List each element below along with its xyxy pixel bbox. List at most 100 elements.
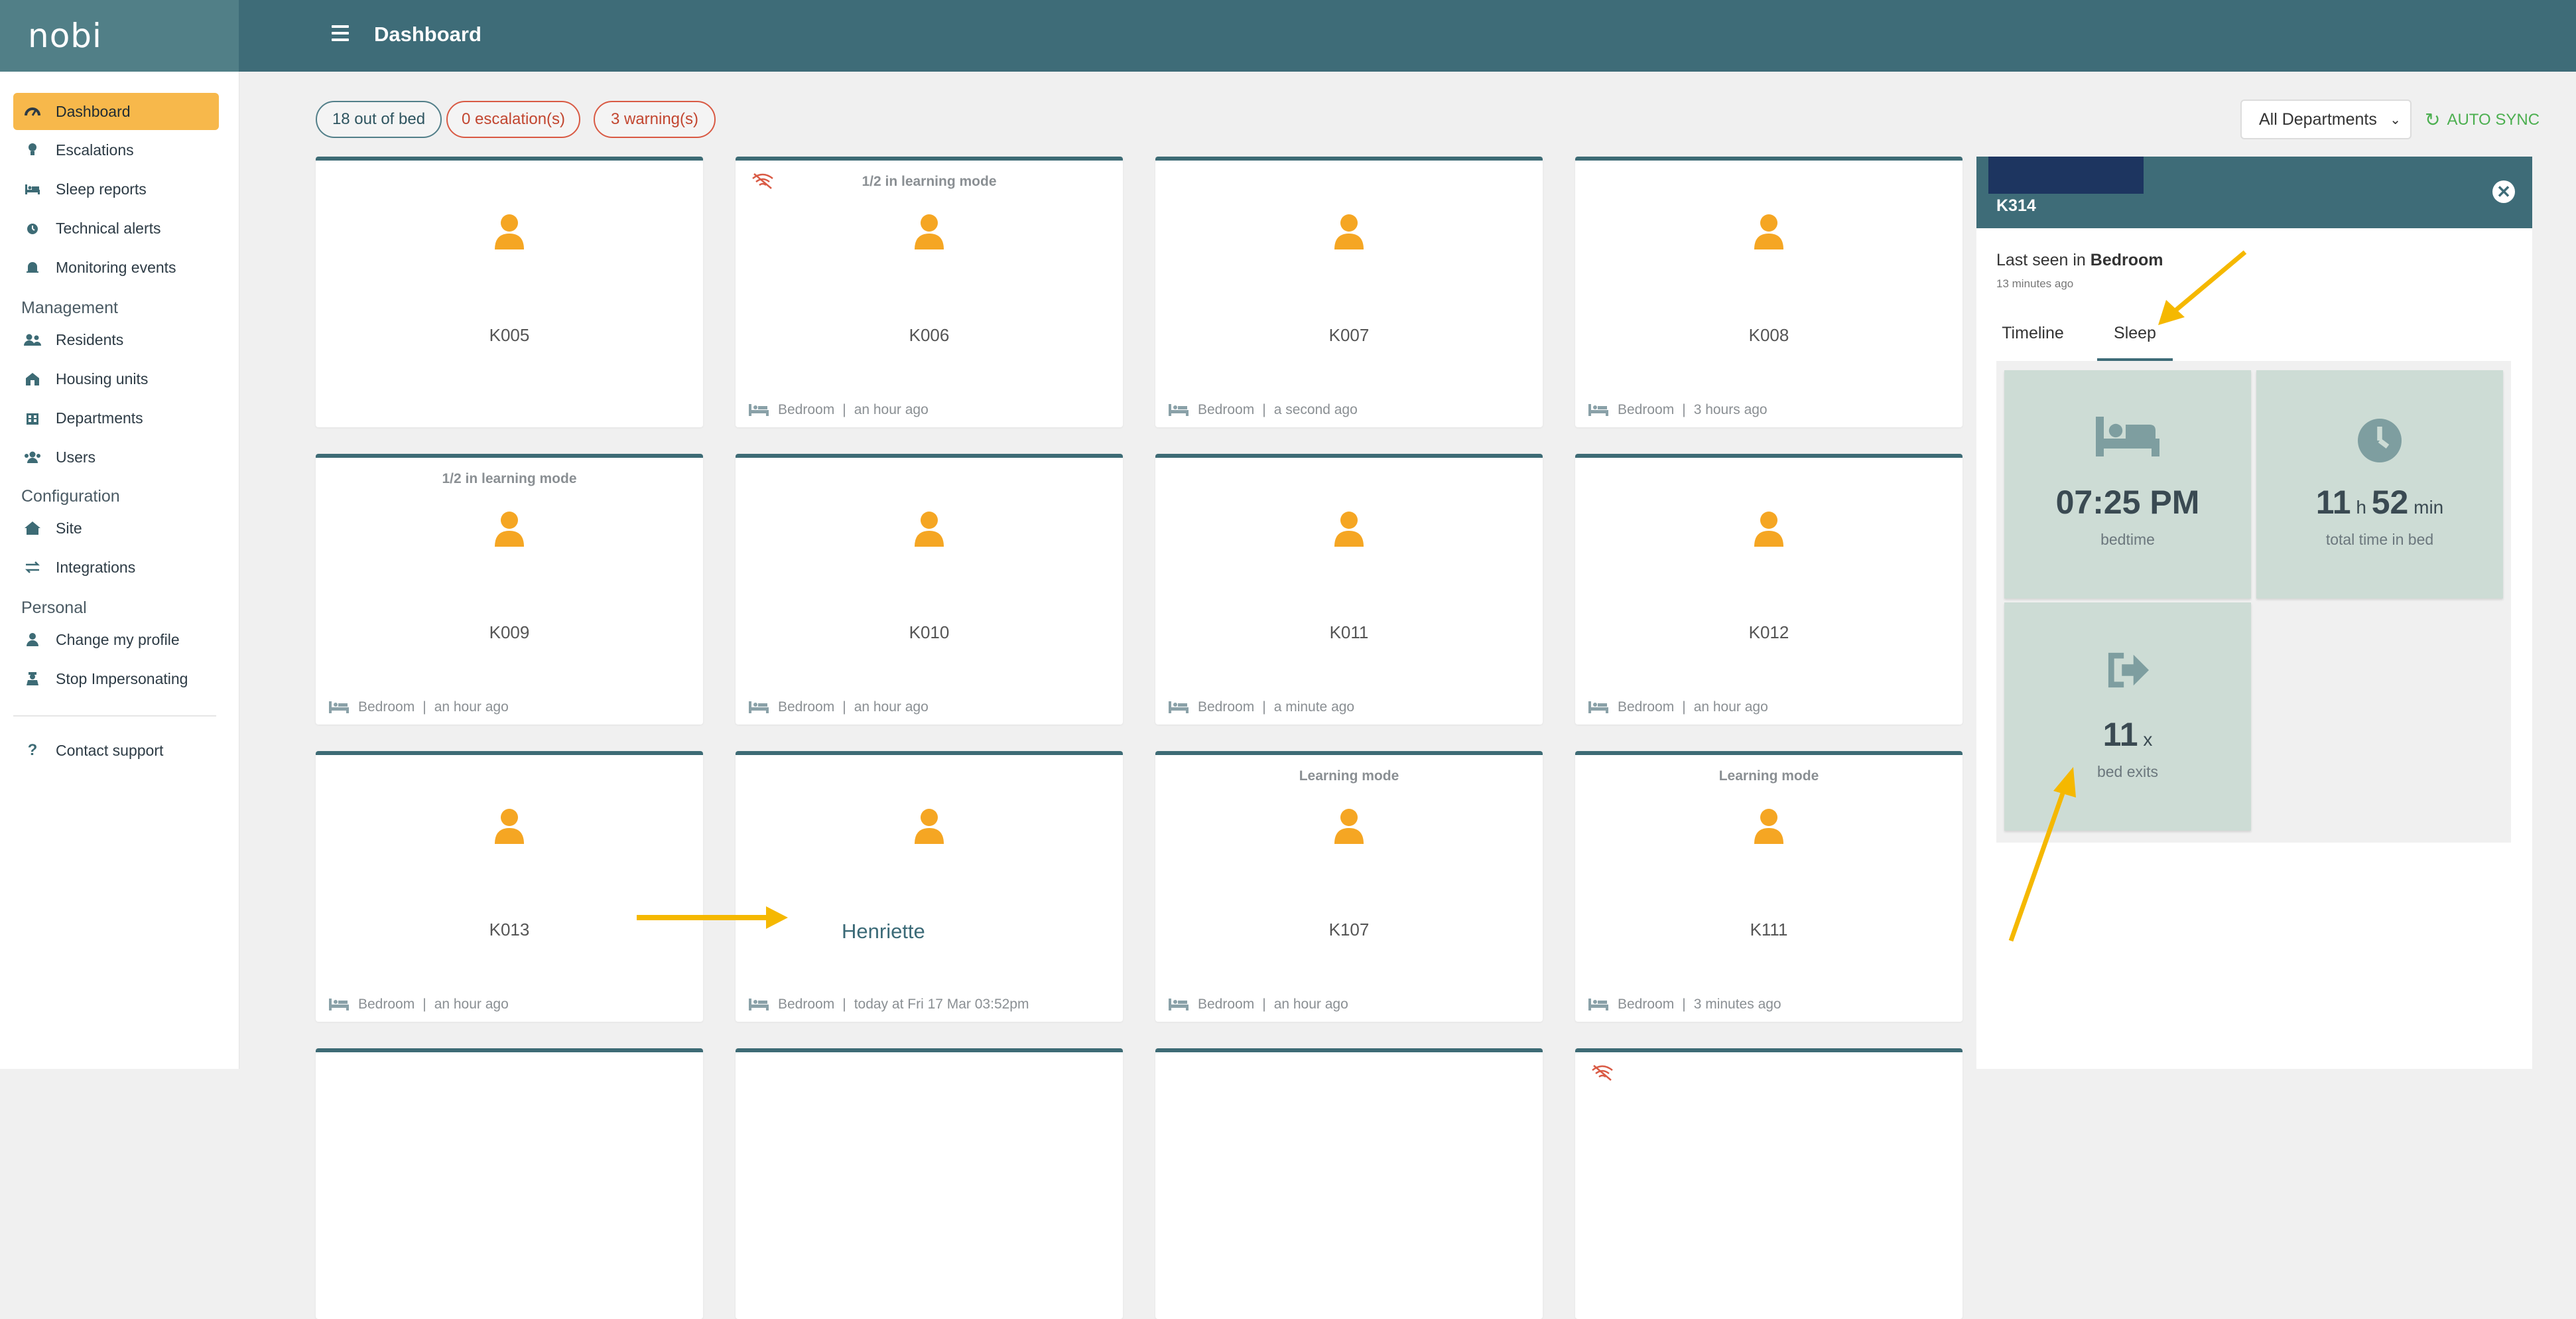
last-seen: Last seen in Bedroom: [1996, 251, 2163, 270]
sidebar-item-stop-impersonating[interactable]: Stop Impersonating: [13, 660, 219, 697]
minutes-unit: min: [2414, 497, 2444, 518]
panel-room: K314: [1996, 196, 2036, 215]
card-footer: Bedroom | 3 minutes ago: [1588, 997, 1781, 1012]
card-status: Learning mode: [1299, 768, 1399, 784]
sidebar-item-label: Integrations: [56, 558, 136, 576]
card-status: 1/2 in learning mode: [442, 471, 577, 486]
auto-sync-toggle[interactable]: ↻ AUTO SYNC: [2425, 109, 2540, 131]
sidebar-item-technical-alerts[interactable]: Technical alerts: [13, 210, 219, 247]
room-card[interactable]: [1155, 1048, 1543, 1319]
person-icon: [1754, 808, 1783, 845]
close-icon[interactable]: ✕: [2492, 180, 2515, 203]
person-icon: [915, 214, 944, 251]
footer-separator: |: [842, 699, 846, 715]
person-icon: [1334, 808, 1364, 845]
sidebar-item-change-profile[interactable]: Change my profile: [13, 621, 219, 658]
room-card[interactable]: Learning mode K111 Bedroom | 3 minutes ago: [1575, 751, 1963, 1022]
card-footer: Bedroom | an hour ago: [1169, 997, 1348, 1012]
tab-sleep[interactable]: Sleep: [2097, 324, 2173, 361]
sidebar-item-dashboard[interactable]: Dashboard: [13, 93, 219, 130]
room-card[interactable]: Henriette Bedroom | today at Fri 17 Mar 03:…: [736, 751, 1123, 1022]
card-room: K111: [1750, 920, 1788, 939]
card-footer: Bedroom | 3 hours ago: [1588, 402, 1768, 418]
card-time: a second ago: [1273, 402, 1358, 417]
bed-icon: [1169, 404, 1189, 416]
bed-icon: [1588, 404, 1608, 416]
annotation-arrow: [2008, 767, 2076, 942]
sidebar-item-users[interactable]: Users: [13, 439, 219, 476]
clock-icon: [2256, 417, 2503, 463]
room-card[interactable]: K008 Bedroom | 3 hours ago: [1575, 157, 1963, 427]
gauge-icon: [24, 103, 41, 120]
sidebar-item-label: Escalations: [56, 141, 134, 159]
room-card[interactable]: K012 Bedroom | an hour ago: [1575, 454, 1963, 725]
logo[interactable]: nobi: [0, 0, 239, 72]
warnings-badge[interactable]: 3 warning(s): [594, 101, 716, 138]
room-card[interactable]: Learning mode K107 Bedroom | an hour ago: [1155, 751, 1543, 1022]
card-location: Bedroom: [358, 699, 415, 715]
out-of-bed-badge[interactable]: 18 out of bed: [316, 101, 442, 138]
room-card[interactable]: [736, 1048, 1123, 1319]
card-footer: Bedroom | an hour ago: [329, 997, 509, 1012]
sidebar-item-site[interactable]: Site: [13, 510, 219, 547]
card-time: an hour ago: [854, 402, 929, 417]
room-card[interactable]: [1575, 1048, 1963, 1319]
person-icon: [495, 808, 524, 845]
escalations-badge[interactable]: 0 escalation(s): [446, 101, 580, 138]
room-card[interactable]: 1/2 in learning mode K009 Bedroom | an hour …: [316, 454, 703, 725]
users-group-icon: [24, 449, 41, 466]
sidebar-item-integrations[interactable]: Integrations: [13, 549, 219, 586]
card-room: K008: [1748, 325, 1789, 345]
panel-header: K314 ✕: [1976, 157, 2532, 228]
person-icon: [915, 511, 944, 548]
card-room: K007: [1328, 325, 1370, 345]
room-card[interactable]: 1/2 in learning mode K006 Bedroom | an hour …: [736, 157, 1123, 427]
person-icon: [1754, 214, 1783, 251]
sidebar-divider: [13, 715, 216, 717]
footer-separator: |: [422, 699, 426, 715]
room-card[interactable]: K011 Bedroom | a minute ago: [1155, 454, 1543, 725]
room-card[interactable]: K010 Bedroom | an hour ago: [736, 454, 1123, 725]
sidebar-item-monitoring-events[interactable]: Monitoring events: [13, 249, 219, 286]
wifi-off-icon: [1591, 1064, 1614, 1081]
tab-timeline[interactable]: Timeline: [1996, 324, 2069, 358]
card-room: K010: [909, 622, 950, 642]
sidebar-item-label: Users: [56, 448, 96, 466]
sidebar-item-escalations[interactable]: Escalations: [13, 131, 219, 169]
sidebar-item-sleep-reports[interactable]: Sleep reports: [13, 171, 219, 208]
bed-exits-unit: x: [2143, 729, 2153, 750]
sidebar-item-label: Housing units: [56, 370, 149, 387]
room-card[interactable]: K005|: [316, 157, 703, 427]
department-select[interactable]: All Departments ⌄: [2240, 100, 2412, 139]
card-status: Learning mode: [1718, 768, 1819, 784]
auto-sync-label: AUTO SYNC: [2447, 110, 2540, 129]
sidebar-item-label: Technical alerts: [56, 219, 161, 237]
sidebar-item-label: Change my profile: [56, 630, 180, 648]
room-card[interactable]: K013 Bedroom | an hour ago: [316, 751, 703, 1022]
card-location: Bedroom: [1198, 997, 1255, 1012]
card-location: Bedroom: [778, 997, 835, 1012]
card-status: 1/2 in learning mode: [862, 174, 997, 189]
person-icon: [495, 511, 524, 548]
total-time-value: 11 h 52 min: [2256, 483, 2503, 521]
room-card[interactable]: [316, 1048, 703, 1319]
card-time: an hour ago: [854, 699, 929, 715]
sidebar-item-housing-units[interactable]: Housing units: [13, 360, 219, 397]
last-seen-prefix: Last seen in: [1996, 251, 2086, 269]
card-room: K012: [1748, 622, 1789, 642]
bed-icon: [1588, 701, 1608, 713]
sidebar-item-residents[interactable]: Residents: [13, 321, 219, 358]
sidebar-item-contact-support[interactable]: ? Contact support: [13, 732, 219, 769]
footer-separator: |: [1682, 699, 1686, 715]
card-footer: Bedroom | an hour ago: [329, 699, 509, 715]
section-personal: Personal: [21, 598, 87, 617]
room-card[interactable]: K007 Bedroom | a second ago: [1155, 157, 1543, 427]
hamburger-menu-icon[interactable]: [332, 25, 349, 45]
card-footer: Bedroom | an hour ago: [749, 402, 929, 418]
sidebar-item-departments[interactable]: Departments: [13, 399, 219, 437]
exchange-icon: [24, 559, 41, 576]
department-select-value: All Departments: [2259, 109, 2377, 129]
card-room: K107: [1328, 920, 1370, 939]
bedtime-tile: 07:25 PM bedtime: [2004, 370, 2251, 598]
footer-separator: |: [1262, 997, 1266, 1012]
